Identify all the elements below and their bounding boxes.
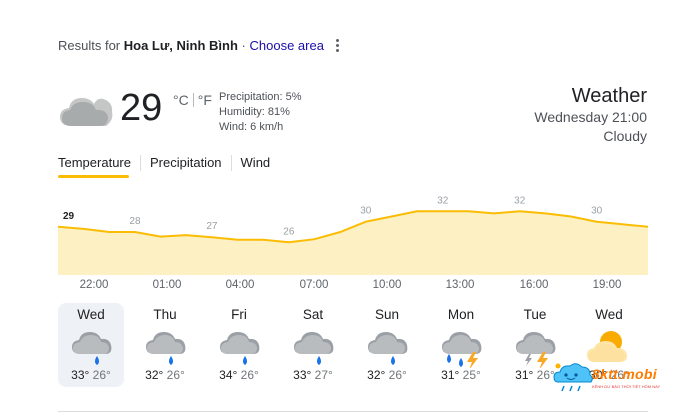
day-name: Wed [77,307,105,322]
low-temperature: 26° [92,368,111,382]
current-temperature: 29 [120,87,163,129]
separator-dot: · [241,38,246,53]
day-temperatures: 34° 26° [206,368,272,382]
day-name: Fri [231,307,247,322]
more-options-icon[interactable] [333,38,341,54]
forecast-day[interactable]: Mon 31° 25° [428,303,494,387]
weather-summary: Weather Wednesday 21:00 Cloudy [534,84,647,146]
time-axis: 22:00 01:00 04:00 07:00 10:00 13:00 16:00 19:00 [58,279,648,295]
day-temperatures: 32° 26° [132,368,198,382]
thunderstorm-rain-icon [442,332,482,368]
day-temperatures: 33° 26° [58,368,124,382]
high-temperature: 33° [71,368,90,382]
results-prefix: Results for [58,38,121,53]
time-tick-label: 22:00 [79,279,109,291]
low-temperature: 26° [388,368,407,382]
day-name: Thu [153,307,177,322]
time-tick-label: 10:00 [372,279,402,291]
unit-divider [192,93,194,107]
low-temperature: 25° [462,368,481,382]
time-tick-label: 16:00 [519,279,549,291]
day-name: Tue [523,307,547,322]
temperature-data-label: 29 [63,211,75,222]
temperature-data-label: 32 [437,195,449,206]
tab-temperature[interactable]: Temperature [58,155,140,171]
humidity-text: Humidity: 81% [219,106,290,118]
time-tick-label: 19:00 [592,279,622,291]
results-for: Results for Hoa Lư, Ninh Bình · Choose a… [58,38,324,53]
temperature-data-label: 30 [591,206,603,217]
forecast-day[interactable]: Sun 32° 26° [354,303,420,387]
weather-datetime: Wednesday 21:00 [534,109,647,125]
active-tab-indicator [58,175,129,178]
low-temperature: 26° [240,368,259,382]
cloud-rain-icon [368,332,408,365]
forecast-day[interactable]: Thu 32° 26° [132,303,198,387]
high-temperature: 33° [293,368,312,382]
day-name: Wed [595,307,623,322]
wind-text: Wind: 6 km/h [219,121,284,133]
day-name: Sun [374,307,400,322]
watermark-tagline: KÊNH DỰ BÁO THỜI TIẾT HÔM NAY [592,384,661,389]
forecast-day[interactable]: Fri 34° 26° [206,303,272,387]
temperature-area [58,211,648,275]
cloud-rain-icon [294,332,334,365]
temperature-data-label: 32 [514,195,526,206]
high-temperature: 32° [145,368,164,382]
forecast-day[interactable]: Wed 33° 26° [58,303,124,387]
cloud-rain-icon [72,332,112,365]
day-name: Mon [447,307,475,322]
temperature-data-label: 27 [206,221,218,232]
temperature-data-label: 30 [360,206,372,217]
cloud-rain-icon [146,332,186,365]
high-temperature: 31° [515,368,534,382]
weather-condition: Cloudy [603,128,647,144]
unit-switcher: °C °F [173,92,212,108]
forecast-day[interactable]: Sat 33° 27° [280,303,346,387]
fahrenheit-unit[interactable]: °F [198,92,212,108]
tab-precipitation[interactable]: Precipitation [139,155,231,171]
weather-title: Weather [571,85,647,107]
low-temperature: 26° [166,368,185,382]
current-details: Precipitation: 5% Humidity: 81% Wind: 6 … [219,90,302,135]
day-name: Sat [302,307,324,322]
time-tick-label: 13:00 [445,279,475,291]
temperature-data-label: 28 [129,216,141,227]
low-temperature: 27° [314,368,333,382]
watermark-name: 8ktt.mobi [592,366,657,382]
high-temperature: 31° [441,368,460,382]
cloud-rain-icon [220,332,260,365]
high-temperature: 32° [367,368,386,382]
time-tick-label: 07:00 [299,279,329,291]
time-tick-label: 04:00 [225,279,255,291]
divider [58,411,648,412]
day-temperatures: 33° 27° [280,368,346,382]
day-temperatures: 31° 25° [428,368,494,382]
tab-wind[interactable]: Wind [230,155,280,171]
high-temperature: 34° [219,368,238,382]
choose-area-link[interactable]: Choose area [249,38,323,53]
precipitation-text: Precipitation: 5% [219,91,302,103]
temperature-data-label: 26 [283,226,295,237]
time-tick-label: 01:00 [152,279,182,291]
cloud-icon [60,98,113,126]
day-temperatures: 32° 26° [354,368,420,382]
location-name: Hoa Lư, Ninh Bình [123,38,238,53]
temperature-chart: 29 28 27 26 30 32 32 30 [58,195,648,275]
celsius-unit[interactable]: °C [173,92,189,108]
